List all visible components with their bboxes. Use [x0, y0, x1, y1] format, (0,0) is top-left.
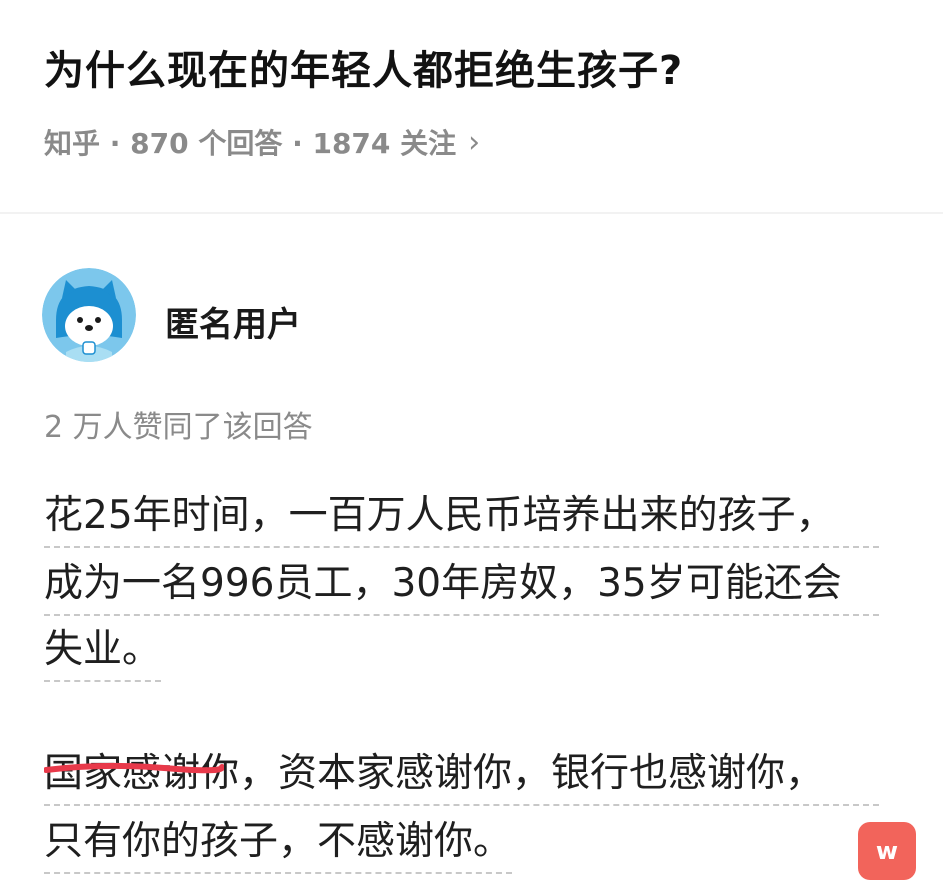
chevron-right-icon[interactable]: ›: [468, 125, 480, 160]
anonymous-mascot-avatar-icon: [42, 268, 136, 362]
red-strike-annotation: [44, 762, 224, 774]
answer-line: 成为一名996员工，30年房奴，35岁可能还会: [44, 552, 879, 616]
agree-count: 2 万人赞同了该回答: [44, 410, 313, 445]
answer-line: 失业。: [44, 618, 162, 682]
author-name[interactable]: 匿名用户: [165, 297, 301, 346]
question-title[interactable]: 为什么现在的年轻人都拒绝生孩子?: [44, 38, 683, 96]
question-meta[interactable]: 知乎 · 870 个回答 · 1874 关注 ›: [44, 122, 480, 162]
answer-line: 花25年时间，一百万人民币培养出来的孩子，: [44, 484, 879, 548]
question-meta-text: 知乎 · 870 个回答 · 1874 关注: [44, 127, 457, 160]
w-badge-icon[interactable]: w: [858, 822, 916, 880]
avatar[interactable]: [42, 268, 136, 362]
answer-line: 只有你的孩子，不感谢你。: [44, 810, 513, 874]
section-divider: [0, 212, 943, 214]
